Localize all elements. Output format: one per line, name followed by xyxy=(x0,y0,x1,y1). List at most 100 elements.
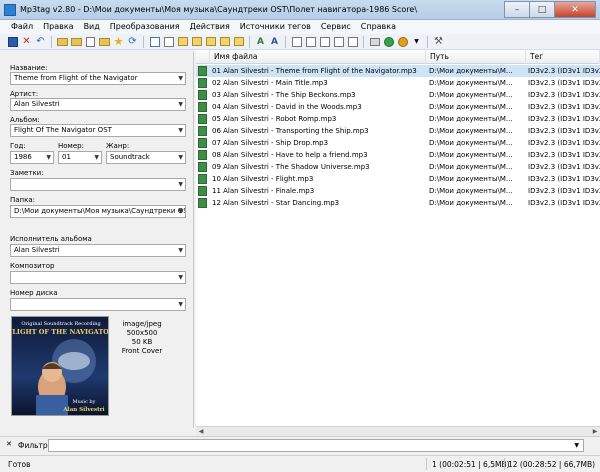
menu-edit[interactable]: Правка xyxy=(38,20,78,34)
save-icon[interactable] xyxy=(6,35,19,48)
filename-to-tag-icon[interactable] xyxy=(190,35,203,48)
title-value: Theme from Flight of the Navigator xyxy=(14,74,138,82)
menu-tag-sources[interactable]: Источники тегов xyxy=(235,20,316,34)
chevron-down-icon[interactable]: ▼ xyxy=(178,299,183,310)
chevron-down-icon[interactable]: ▼ xyxy=(178,206,183,217)
text-file-icon[interactable] xyxy=(218,35,231,48)
close-button[interactable]: ✕ xyxy=(554,1,596,18)
text-export-icon[interactable] xyxy=(332,35,345,48)
scroll-left-icon[interactable]: ◀ xyxy=(196,427,206,436)
file-name: 07 Alan Silvestri - Ship Drop.mp3 xyxy=(212,139,329,147)
menu-actions[interactable]: Действия xyxy=(185,20,235,34)
chevron-down-icon[interactable]: ▼ xyxy=(46,152,51,163)
file-path: D:\Мои документы\М... xyxy=(429,103,513,111)
tag-to-filename-icon[interactable] xyxy=(176,35,189,48)
maximize-button[interactable]: □ xyxy=(529,1,555,18)
table-row[interactable]: 10 Alan Silvestri - Flight.mp3 D:\Мои до… xyxy=(196,173,600,185)
table-row[interactable]: 12 Alan Silvestri - Star Dancing.mp3 D:\… xyxy=(196,197,600,209)
column-header-icon[interactable] xyxy=(196,50,210,64)
file-name: 02 Alan Silvestri - Main Title.mp3 xyxy=(212,79,328,87)
column-header-tag[interactable]: Тег xyxy=(526,50,600,64)
mp3-file-icon xyxy=(198,186,207,196)
chevron-down-icon[interactable]: ▼ xyxy=(178,99,183,110)
cover-source-icon[interactable] xyxy=(304,35,317,48)
table-row[interactable]: 07 Alan Silvestri - Ship Drop.mp3 D:\Мои… xyxy=(196,137,600,149)
chevron-down-icon[interactable]: ▼ xyxy=(178,272,183,283)
close-icon[interactable]: ✕ xyxy=(6,440,12,448)
table-row[interactable]: 03 Alan Silvestri - The Ship Beckons.mp3… xyxy=(196,89,600,101)
web-source-icon[interactable] xyxy=(290,35,303,48)
genre-field[interactable]: Soundtrack ▼ xyxy=(106,151,186,164)
minimize-button[interactable]: – xyxy=(504,1,530,18)
web-sources-icon[interactable] xyxy=(318,35,331,48)
dropdown-icon[interactable]: ▼ xyxy=(410,35,423,48)
year-field[interactable]: 1986 ▼ xyxy=(10,151,54,164)
track-field[interactable]: 01 ▼ xyxy=(58,151,102,164)
refresh-icon[interactable]: ⟳ xyxy=(126,35,139,48)
file-name: 09 Alan Silvestri - The Shadow Universe.… xyxy=(212,163,370,171)
table-row[interactable]: 02 Alan Silvestri - Main Title.mp3 D:\Мо… xyxy=(196,77,600,89)
table-row[interactable]: 06 Alan Silvestri - Transporting the Shi… xyxy=(196,125,600,137)
composer-field[interactable]: ▼ xyxy=(10,271,186,284)
table-row[interactable]: 05 Alan Silvestri - Robot Romp.mp3 D:\Мо… xyxy=(196,113,600,125)
open-folder-icon[interactable] xyxy=(56,35,69,48)
file-path: D:\Мои документы\М... xyxy=(429,139,513,147)
folder-field[interactable]: D:\Мои документы\Моя музыка\Саундтреки O… xyxy=(10,205,186,218)
album-cover[interactable]: Original Soundtrack Recording FLIGHT OF … xyxy=(11,316,109,416)
disc-field[interactable]: ▼ xyxy=(10,298,186,311)
menu-view[interactable]: Вид xyxy=(79,20,105,34)
table-row[interactable]: 08 Alan Silvestri - Have to help a frien… xyxy=(196,149,600,161)
tag-to-tag-icon[interactable] xyxy=(204,35,217,48)
table-row[interactable]: 01 Alan Silvestri - Theme from Flight of… xyxy=(196,65,600,77)
add-folder-icon[interactable] xyxy=(70,35,83,48)
window-controls: – □ ✕ xyxy=(504,1,596,18)
favorites-icon[interactable] xyxy=(98,35,111,48)
comment-label: Заметки: xyxy=(10,169,44,177)
chevron-down-icon[interactable]: ▼ xyxy=(178,73,183,84)
actions-icon[interactable] xyxy=(232,35,245,48)
options-icon[interactable]: ⚒ xyxy=(432,35,445,48)
menu-help[interactable]: Справка xyxy=(356,20,401,34)
menu-tools[interactable]: Сервис xyxy=(316,20,356,34)
scroll-right-icon[interactable]: ▶ xyxy=(590,427,600,436)
menu-convert[interactable]: Преобразования xyxy=(105,20,185,34)
filter-input[interactable]: ▼ xyxy=(48,439,584,452)
mp3-file-icon xyxy=(198,150,207,160)
chevron-down-icon[interactable]: ▼ xyxy=(178,179,183,190)
title-field[interactable]: Theme from Flight of the Navigator ▼ xyxy=(10,72,186,85)
chevron-down-icon[interactable]: ▼ xyxy=(178,125,183,136)
print-icon[interactable] xyxy=(368,35,381,48)
globe-icon[interactable] xyxy=(382,35,395,48)
chevron-down-icon[interactable]: ▼ xyxy=(574,440,579,451)
undo-icon[interactable]: ↶ xyxy=(34,35,47,48)
album-field[interactable]: Flight Of The Navigator OST ▼ xyxy=(10,124,186,137)
horizontal-scrollbar[interactable]: ◀ ▶ xyxy=(196,426,600,436)
export-icon[interactable]: A xyxy=(268,35,281,48)
album-artist-field[interactable]: Alan Silvestri ▼ xyxy=(10,244,186,257)
chevron-down-icon[interactable]: ▼ xyxy=(94,152,99,163)
tag-panel-icon[interactable] xyxy=(148,35,161,48)
star-icon[interactable]: ★ xyxy=(112,35,125,48)
remove-tag-icon[interactable]: ✕ xyxy=(20,35,33,48)
file-tag: ID3v2.3 (ID3v1 ID3v2.3 xyxy=(528,199,600,207)
status-bar: Готов 1 (00:02:51 | 6,5MB) 12 (00:28:52 … xyxy=(0,455,600,472)
table-row[interactable]: 09 Alan Silvestri - The Shadow Universe.… xyxy=(196,161,600,173)
file-tag: ID3v2.3 (ID3v1 ID3v2.3 xyxy=(528,67,600,75)
freedb-icon[interactable] xyxy=(396,35,409,48)
column-header-path[interactable]: Путь xyxy=(426,50,526,64)
mp3-file-icon xyxy=(198,138,207,148)
comment-field[interactable]: ▼ xyxy=(10,178,186,191)
artist-field[interactable]: Alan Silvestri ▼ xyxy=(10,98,186,111)
discogs-icon[interactable] xyxy=(346,35,359,48)
case-icon[interactable]: A xyxy=(254,35,267,48)
chevron-down-icon[interactable]: ▼ xyxy=(178,152,183,163)
playlist-icon[interactable] xyxy=(84,35,97,48)
menu-file[interactable]: Файл xyxy=(6,20,38,34)
toolbar-separator xyxy=(249,35,250,48)
table-row[interactable]: 11 Alan Silvestri - Finale.mp3 D:\Мои до… xyxy=(196,185,600,197)
column-header-filename[interactable]: Имя файла xyxy=(210,50,426,64)
file-path: D:\Мои документы\М... xyxy=(429,175,513,183)
chevron-down-icon[interactable]: ▼ xyxy=(178,245,183,256)
table-row[interactable]: 04 Alan Silvestri - David in the Woods.m… xyxy=(196,101,600,113)
select-all-icon[interactable] xyxy=(162,35,175,48)
